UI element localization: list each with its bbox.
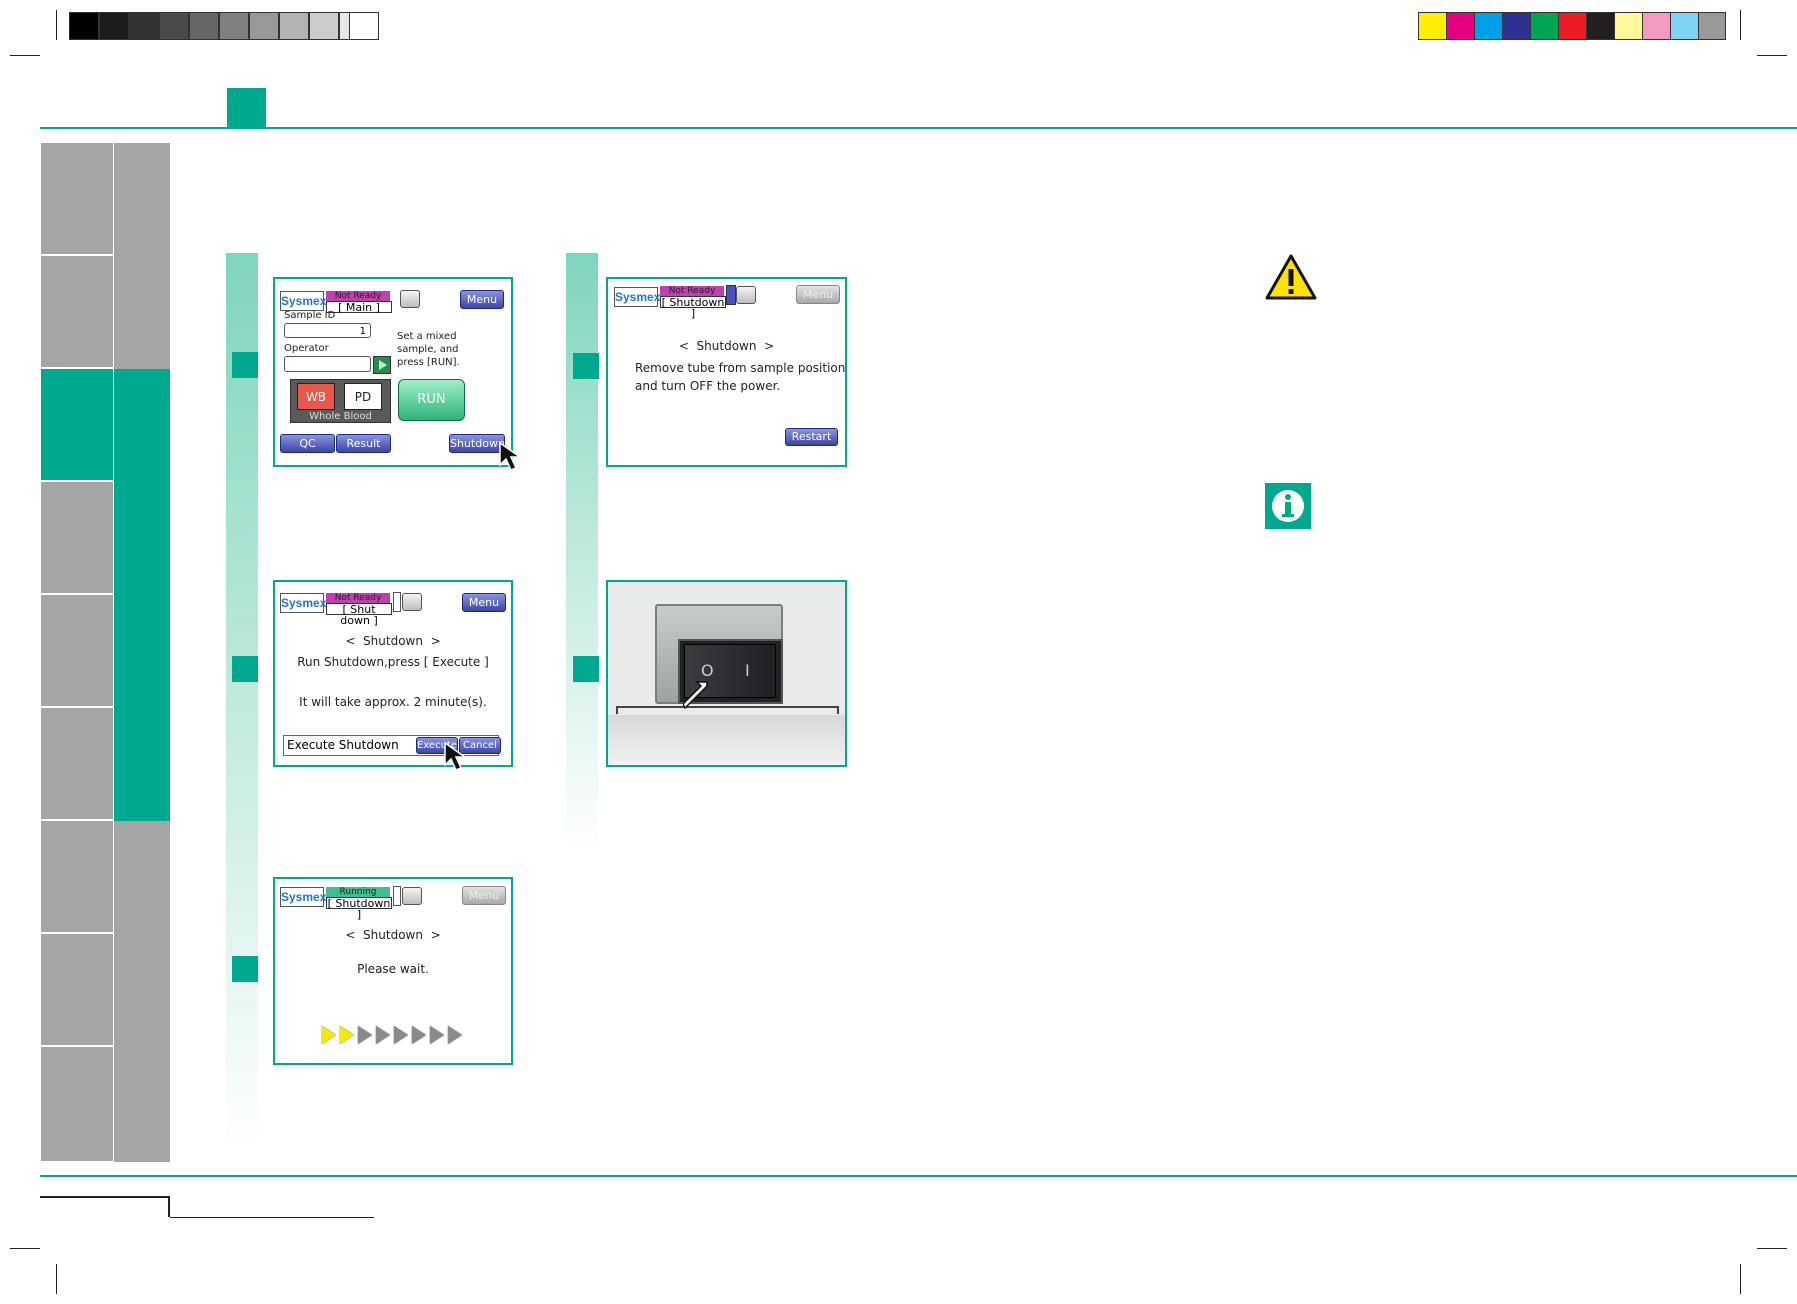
sysmex-logo: Sysmex xyxy=(614,287,660,307)
usb-indicator xyxy=(393,592,401,612)
header-rule xyxy=(40,127,1797,129)
usb-indicator xyxy=(393,886,401,906)
progress-arrow xyxy=(376,1026,390,1044)
screen-turn-off-power: Sysmex Not Ready [ Shutdown ] Menu < Shu… xyxy=(606,277,847,467)
screen-title: < Shutdown > xyxy=(345,928,441,942)
step-marker-4 xyxy=(573,353,599,379)
instruction-line-2: It will take approx. 2 minute(s). xyxy=(299,695,487,709)
floppy-disk-icon xyxy=(402,887,422,905)
mode-label: [ Shut down ] xyxy=(326,603,392,626)
step-column-right xyxy=(566,253,598,853)
footer-tab-outline xyxy=(40,1196,170,1217)
panel-base xyxy=(608,715,845,765)
qc-button[interactable]: QC xyxy=(280,434,335,453)
menu-button[interactable]: Menu xyxy=(462,593,506,612)
warning-triangle-icon xyxy=(1265,254,1317,300)
sample-mode-panel: WB PD Whole Blood xyxy=(290,379,391,423)
instruction-text: Set a mixed sample, and press [RUN]. xyxy=(397,331,460,368)
instruction-line-2: and turn OFF the power. xyxy=(635,379,781,393)
progress-arrows xyxy=(322,1025,472,1045)
mode-label: [ Shutdown ] xyxy=(660,296,726,320)
screen-title: < Shutdown > xyxy=(678,339,775,353)
footer-line xyxy=(170,1217,374,1218)
mode-label: [ Shutdown ] xyxy=(326,897,392,921)
step-marker-3 xyxy=(232,956,258,982)
status-badge: Not Ready xyxy=(326,593,390,603)
run-button[interactable]: RUN xyxy=(398,379,465,421)
progress-arrow xyxy=(394,1026,408,1044)
step-column-left xyxy=(226,253,258,1153)
progress-arrow xyxy=(448,1026,462,1044)
floppy-disk-icon[interactable] xyxy=(402,593,422,611)
screen-title: < Shutdown > xyxy=(345,634,441,648)
result-button[interactable]: Result xyxy=(336,434,391,453)
whole-blood-label: Whole Blood xyxy=(309,411,372,422)
play-icon[interactable] xyxy=(373,356,391,374)
power-switch-photo: O I xyxy=(606,580,847,767)
shutdown-button[interactable]: Shutdown xyxy=(449,434,505,453)
menu-button[interactable]: Menu xyxy=(460,290,504,309)
mode-label: [ Main ] xyxy=(326,301,392,313)
sample-id-input[interactable]: 1 xyxy=(284,323,371,338)
on-symbol: I xyxy=(745,661,750,680)
sample-id-label: Sample ID xyxy=(284,310,336,321)
progress-arrow xyxy=(340,1026,354,1044)
status-badge: Not Ready xyxy=(326,291,390,301)
step-marker-1 xyxy=(232,352,258,378)
operator-label: Operator xyxy=(284,343,329,354)
progress-arrow xyxy=(358,1026,372,1044)
please-wait-text: Please wait. xyxy=(357,962,429,976)
mouse-pointer-icon xyxy=(499,441,523,471)
screen-execute-shutdown: Sysmex Not Ready [ Shut down ] Menu < Sh… xyxy=(273,580,513,767)
header-marker xyxy=(227,88,266,127)
wb-button[interactable]: WB xyxy=(297,383,335,410)
usb-indicator xyxy=(726,285,736,305)
status-badge: Running xyxy=(326,887,390,897)
mouse-pointer-icon xyxy=(683,681,708,710)
restart-button[interactable]: Restart xyxy=(785,428,838,446)
progress-arrow xyxy=(430,1026,444,1044)
instruction-line-1: Run Shutdown,press [ Execute ] xyxy=(297,655,489,669)
sysmex-logo: Sysmex xyxy=(280,593,326,613)
step-marker-5 xyxy=(573,656,599,682)
sysmex-logo: Sysmex xyxy=(280,291,326,311)
operator-input[interactable] xyxy=(284,356,371,372)
panel-ledge xyxy=(616,706,839,714)
progress-arrow xyxy=(412,1026,426,1044)
menu-button: Menu xyxy=(462,886,506,905)
instruction-line-1: Remove tube from sample position xyxy=(635,361,846,375)
footer-rule xyxy=(40,1175,1797,1177)
floppy-disk-icon[interactable] xyxy=(736,286,756,304)
pd-button[interactable]: PD xyxy=(344,383,382,410)
info-icon xyxy=(1265,483,1311,529)
sysmex-logo: Sysmex xyxy=(280,887,326,907)
status-badge: Not Ready xyxy=(660,286,724,296)
menu-button: Menu xyxy=(796,285,840,304)
progress-arrow xyxy=(322,1026,336,1044)
screen-main: Sysmex Not Ready [ Main ] Menu Sample ID… xyxy=(273,277,513,467)
screen-shutdown-running: Sysmex Running [ Shutdown ] Menu < Shutd… xyxy=(273,877,513,1065)
mouse-pointer-icon xyxy=(444,741,468,771)
floppy-disk-icon[interactable] xyxy=(400,290,420,308)
step-marker-2 xyxy=(232,656,258,682)
